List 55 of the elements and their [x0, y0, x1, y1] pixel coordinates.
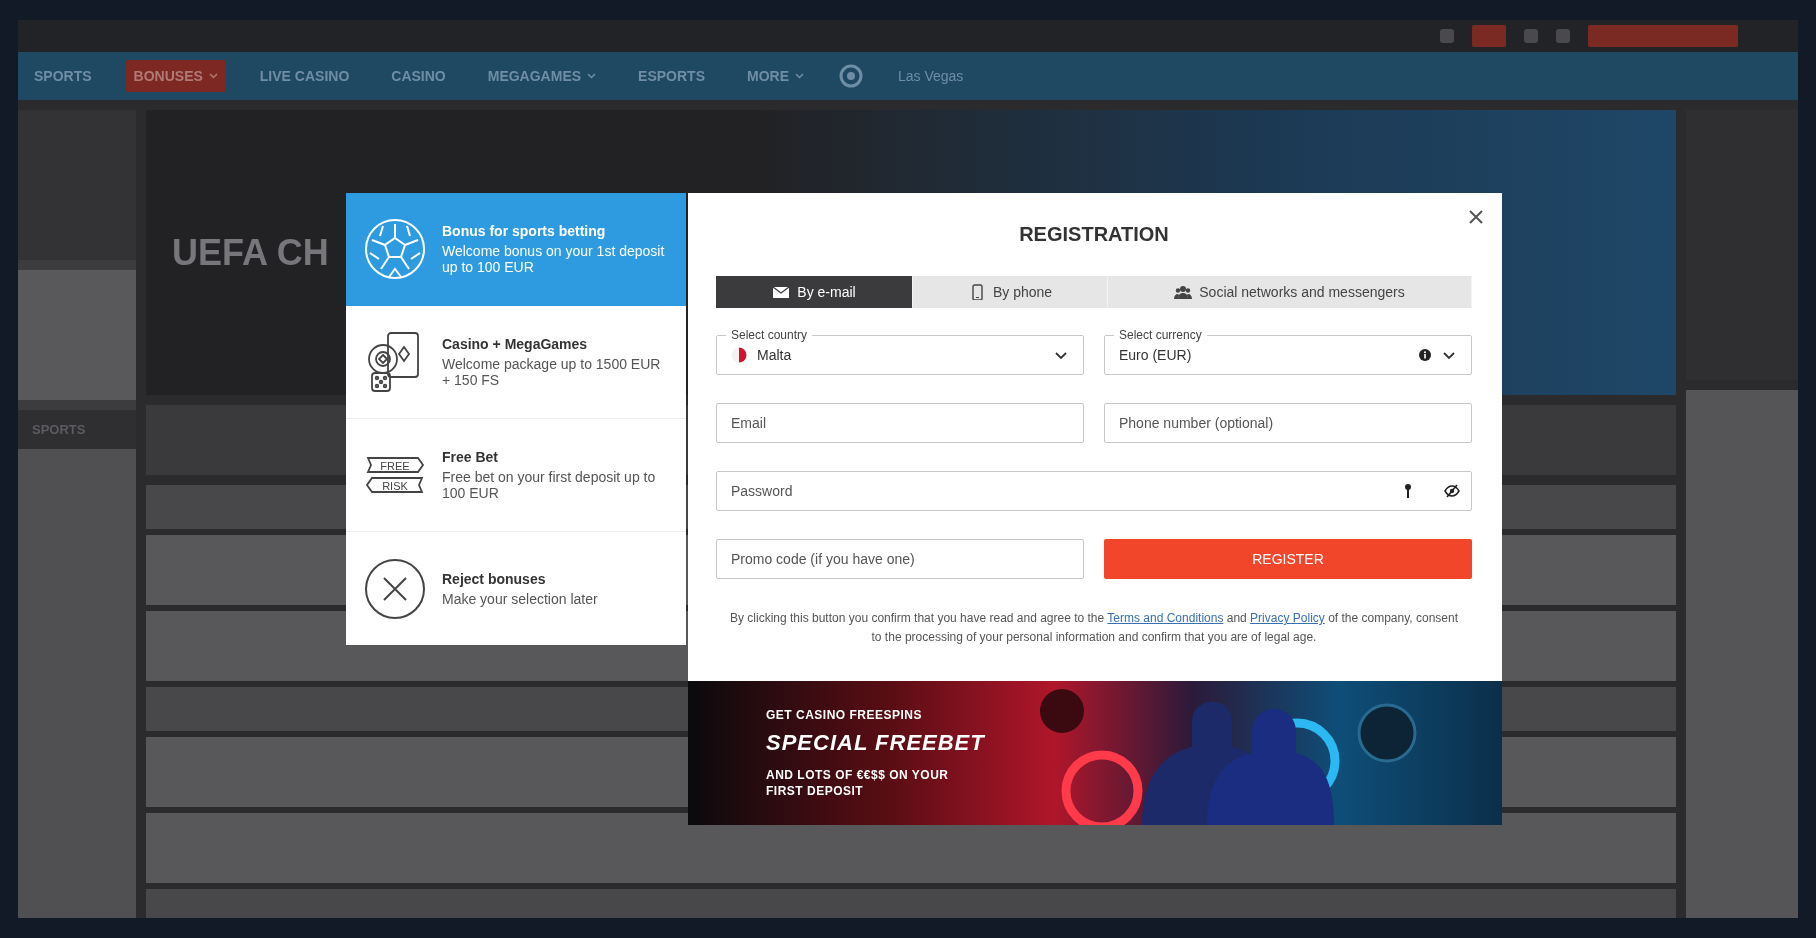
form-title: REGISTRATION [1018, 223, 1170, 246]
bonus-description: Welcome bonus on your 1st deposit up to 100 EUR [442, 243, 666, 275]
bonus-option[interactable]: Bonus for sports betting Welcome bonus on your 1st deposit up to 100 EUR [346, 193, 686, 306]
bonus-title: Casino + MegaGames [442, 336, 589, 352]
nav-item[interactable]: MORE [739, 60, 812, 92]
bonus-description: Make your selection later [442, 590, 598, 607]
nav-item[interactable]: CASINO [383, 60, 454, 92]
eye-slash-icon[interactable] [1444, 483, 1460, 499]
legal-text: By clicking this button you confirm that you have read and agree to the Terms and Conditions and Privacy Policy of the company, consent to the processing of your personal information and confirm that you are of legal age. [729, 610, 1459, 646]
header-icon[interactable] [1524, 29, 1538, 43]
tab[interactable]: By e-mail [716, 276, 913, 308]
nav-item[interactable]: Las Vegas [890, 60, 972, 92]
bonus-option[interactable]: Reject bonuses Make your selection later [346, 532, 686, 645]
field-value: Euro (EUR) [1119, 347, 1193, 363]
phone-field[interactable]: Phone number (optional) [1104, 403, 1472, 443]
people-icon [1174, 284, 1193, 300]
promo-code-field[interactable]: Promo code (if you have one) [716, 539, 1084, 579]
banner-text: FIRST DEPOSIT [766, 784, 865, 798]
bonus-title: Reject bonuses [442, 570, 547, 587]
promo-banner[interactable]: GET CASINO FREESPINS SPECIAL FREEBET AND LOTS OF €€$$ ON YOUR FIRST DEPOSIT [688, 681, 1502, 825]
nav-item[interactable]: MEGAGAMES [479, 60, 605, 92]
nav-item[interactable]: ESPORTS [630, 60, 713, 92]
email-field[interactable]: Email [716, 403, 1084, 443]
bonus-option[interactable]: FREE RISK Free Bet Free bet on your first deposit up to 100 EUR [346, 419, 686, 532]
flag-icon [731, 347, 747, 363]
bonus-description: Free bet on your first deposit up to 100 EUR [442, 469, 657, 501]
currency-select[interactable]: Select currency Euro (EUR) [1104, 328, 1472, 375]
field-value: Malta [757, 347, 793, 363]
country-select[interactable]: Select country Malta [716, 328, 1084, 375]
banner-title: UEFA CH [172, 231, 329, 274]
close-icon [364, 557, 426, 620]
field-label: Select currency [1118, 328, 1203, 342]
nav-item[interactable]: SPORTS [26, 60, 100, 92]
terms-link[interactable]: Terms and Conditions [1107, 611, 1224, 625]
register-button[interactable]: REGISTER [1104, 539, 1472, 579]
header-button[interactable] [1588, 25, 1738, 47]
bonus-title: Free Bet [442, 449, 500, 465]
banner-headline: SPECIAL FREEBET [766, 730, 985, 756]
info-icon [1419, 349, 1431, 361]
bonus-option[interactable]: Casino + MegaGames Welcome package up to 1500 EUR + 150 FS [346, 306, 686, 419]
bonus-title: Bonus for sports betting [442, 223, 607, 239]
bonus-description: Welcome package up to 1500 EUR + 150 FS [442, 356, 662, 388]
banner-text: GET CASINO FREESPINS [766, 708, 924, 722]
password-field[interactable]: Password [716, 471, 1472, 511]
banner-text: AND LOTS OF €€$$ ON YOUR [766, 768, 950, 782]
chip-icon[interactable] [838, 63, 864, 89]
close-icon [1468, 209, 1484, 225]
privacy-link[interactable]: Privacy Policy [1250, 611, 1325, 625]
field-label: Select country [730, 328, 809, 342]
ball-icon [364, 218, 426, 280]
header-icon[interactable] [1556, 29, 1570, 43]
header-icon[interactable] [1440, 29, 1454, 43]
header-icon[interactable] [1472, 25, 1506, 47]
envelope-icon [772, 284, 791, 300]
nav-item[interactable]: LIVE CASINO [251, 60, 358, 92]
